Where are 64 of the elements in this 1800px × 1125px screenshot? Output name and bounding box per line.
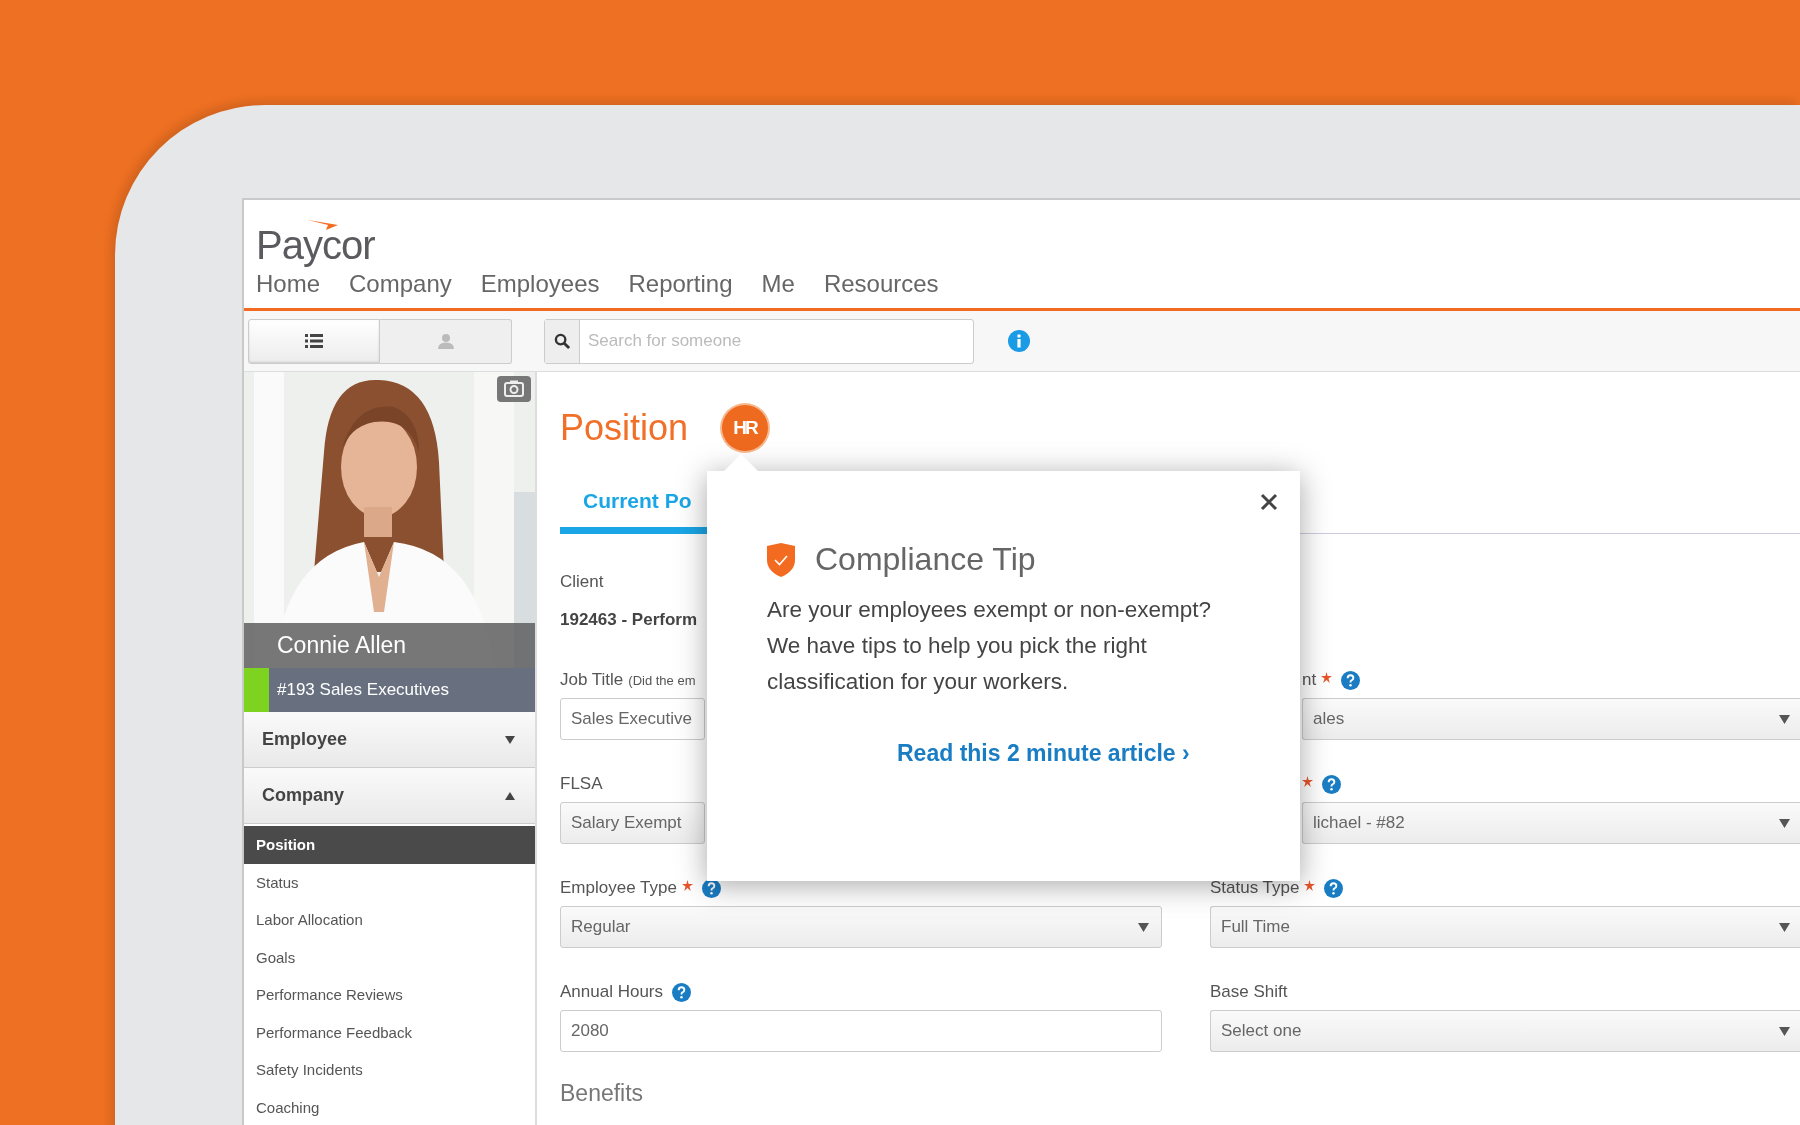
field-label: FLSA (560, 774, 603, 794)
nav-link[interactable]: Employees (480, 270, 600, 298)
close-icon[interactable] (1260, 493, 1278, 511)
camera-icon[interactable] (497, 376, 531, 402)
field-label: Annual Hours (560, 982, 663, 1002)
caret-icon (1779, 714, 1790, 724)
nav-link[interactable]: Resources (823, 270, 939, 298)
popup-title: Compliance Tip (815, 541, 1036, 578)
view-toggle-button[interactable] (380, 318, 512, 364)
help-icon[interactable] (1341, 670, 1361, 690)
caret-icon (1779, 1026, 1790, 1036)
info-icon[interactable] (1008, 330, 1030, 352)
field-label: nt (1302, 670, 1317, 690)
nav-link[interactable]: Home (256, 270, 321, 298)
field-label: Employee Type (560, 878, 677, 898)
team-label: #193 Sales Executives (277, 680, 449, 700)
sidebar-item[interactable]: Safety Incidents (244, 1051, 535, 1089)
hr-badge[interactable]: HR (722, 405, 769, 451)
client-label: Client (560, 572, 604, 592)
shield-icon (767, 542, 795, 577)
select-field[interactable]: ales (1302, 698, 1800, 740)
field-note: (Did the em (628, 672, 696, 688)
sidebar-item[interactable]: Status (244, 863, 535, 901)
search-icon (553, 332, 571, 350)
select-field[interactable]: Regular (560, 906, 1162, 948)
field-label: Base Shift (1210, 982, 1288, 1002)
field-label: Job Title (560, 670, 624, 690)
person-icon (437, 333, 454, 349)
sidebar-section[interactable]: Employee (244, 712, 535, 768)
expand-icon (505, 735, 515, 744)
team-color-stripe (244, 668, 269, 712)
input-field[interactable]: 2080 (560, 1010, 1162, 1052)
caret-icon (1779, 818, 1790, 828)
sidebar-item[interactable]: Position (244, 826, 535, 864)
help-icon[interactable] (672, 982, 691, 1002)
list-icon (305, 334, 323, 348)
sidebar-item[interactable]: Labor Allocation (244, 901, 535, 939)
logo[interactable]: Paycor (256, 218, 375, 268)
sidebar-item[interactable]: Performance Feedback (244, 1013, 535, 1051)
help-icon[interactable] (1322, 774, 1341, 794)
page-title: Position (560, 407, 689, 449)
collapse-icon (505, 791, 515, 800)
nav-link[interactable]: Reporting (628, 270, 733, 298)
nav-link[interactable]: Company (349, 270, 452, 298)
section-heading: Benefits (560, 1080, 645, 1107)
input-field[interactable]: Salary Exempt (560, 802, 705, 844)
nav-link[interactable]: Me (761, 270, 795, 298)
view-toggle-button[interactable] (248, 318, 380, 364)
sidebar-item[interactable]: Coaching (244, 1088, 535, 1125)
sidebar-section[interactable]: Company (244, 768, 535, 824)
help-icon[interactable] (1324, 878, 1344, 898)
input-field[interactable]: Sales Executive (560, 698, 705, 740)
article-link[interactable]: Read this 2 minute article › (897, 740, 1260, 767)
client-value: 192463 - Perform (560, 610, 698, 630)
caret-icon (1779, 922, 1790, 932)
sidebar-item[interactable]: Goals (244, 938, 535, 976)
caret-icon (1138, 922, 1149, 932)
popup-text: Are your employees exempt or non-exempt? We have tips to help you pick the right classification for your workers. (767, 596, 1212, 696)
sidebar-item[interactable]: Performance Reviews (244, 976, 535, 1014)
field-label: Status Type (1210, 878, 1300, 898)
select-field[interactable]: lichael - #82 (1302, 802, 1800, 844)
employee-name: Connie Allen (277, 632, 407, 659)
select-field[interactable]: Full Time (1210, 906, 1800, 948)
select-field[interactable]: Select one (1210, 1010, 1800, 1052)
